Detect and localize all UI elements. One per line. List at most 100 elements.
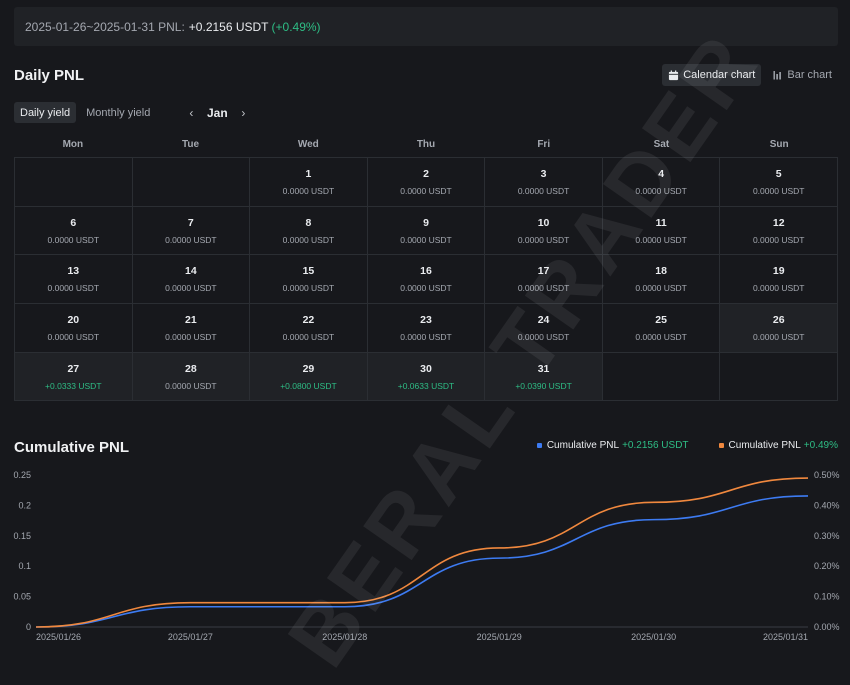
day-number: 15 — [302, 265, 315, 278]
cumulative-pnl-title: Cumulative PNL — [14, 439, 130, 456]
day-number: 27 — [67, 362, 80, 375]
day-number: 7 — [187, 216, 194, 229]
calendar-day-cell[interactable]: 19 0.0000 USDT — [720, 255, 838, 305]
calendar-day-cell[interactable]: 21 0.0000 USDT — [132, 304, 251, 353]
day-pnl-value: 0.0000 USDT — [752, 185, 805, 196]
chevron-right-icon[interactable]: › — [236, 106, 250, 120]
calendar-day-cell[interactable]: 16 0.0000 USDT — [367, 255, 486, 305]
day-number: 9 — [423, 216, 429, 229]
day-pnl-value: 0.0000 USDT — [400, 331, 452, 342]
series-line-pct — [35, 477, 809, 628]
pnl-summary-bar: 2025-01-26~2025-01-31 PNL: +0.2156 USDT … — [14, 7, 838, 46]
day-number: 26 — [772, 313, 785, 326]
legend-value: +0.49% — [803, 440, 838, 451]
day-number: 29 — [302, 362, 315, 375]
calendar-day-cell[interactable]: 11 0.0000 USDT — [602, 206, 721, 256]
legend-label: Cumulative PNL — [728, 440, 801, 451]
day-pnl-value: 0.0000 USDT — [517, 331, 570, 342]
y-right-tick-label: 0.30% — [814, 531, 840, 541]
calendar-day-cell[interactable]: 28 0.0000 USDT — [132, 352, 251, 402]
calendar-day-cell[interactable]: 4 0.0000 USDT — [602, 158, 721, 207]
calendar-day-cell[interactable]: 7 0.0000 USDT — [132, 206, 251, 256]
day-number: 2 — [423, 167, 429, 180]
y-left-tick-label: 0.05 — [13, 592, 31, 602]
day-pnl-value: 0.0000 USDT — [752, 331, 805, 342]
summary-pct: (+0.49%) — [271, 19, 321, 34]
calendar-day-cell[interactable]: 3 0.0000 USDT — [485, 158, 603, 207]
day-pnl-value: 0.0000 USDT — [282, 331, 335, 342]
calendar-day-cell[interactable]: 18 0.0000 USDT — [602, 255, 721, 305]
calendar-day-cell[interactable]: 12 0.0000 USDT — [720, 206, 838, 256]
y-right-tick-label: 0.50% — [814, 470, 840, 480]
calendar-day-cell[interactable]: 2 0.0000 USDT — [367, 158, 486, 207]
day-number: 19 — [772, 265, 785, 278]
tab-monthly-yield[interactable]: Monthly yield — [80, 102, 156, 123]
calendar-day-cell[interactable]: 1 0.0000 USDT — [250, 158, 368, 207]
day-number: 4 — [658, 167, 665, 180]
calendar-day-cell[interactable]: 15 0.0000 USDT — [250, 255, 368, 305]
chart-legend: Cumulative PNL +0.2156 USDT Cumulative P… — [536, 440, 838, 451]
calendar-day-cell[interactable]: 23 0.0000 USDT — [367, 304, 486, 353]
legend-swatch-orange — [718, 443, 724, 448]
y-left-tick-label: 0.1 — [18, 561, 31, 571]
calendar-day-cell[interactable]: 30 +0.0633 USDT — [367, 352, 486, 402]
calendar-grid: 1 0.0000 USDT 2 0.0000 USDT 3 0.0000 USDT 4 0.0… — [14, 158, 838, 402]
calendar-day-cell[interactable]: 25 0.0000 USDT — [602, 304, 721, 353]
calendar-day-cell[interactable]: 5 0.0000 USDT — [720, 158, 838, 207]
day-pnl-value: +0.0800 USDT — [280, 380, 337, 391]
cumulative-pnl-chart: 0 0.05 0.1 0.15 0.2 0.25 0.00% 0.10% 0.20% 0.30% 0… — [13, 470, 840, 642]
legend-value: +0.2156 USDT — [622, 440, 689, 451]
calendar-empty-cell — [15, 158, 133, 207]
bar-chart-icon — [773, 71, 782, 80]
calendar-day-cell[interactable]: 31 +0.0390 USDT — [485, 352, 603, 402]
calendar-day-cell[interactable]: 10 0.0000 USDT — [485, 206, 603, 256]
y-left-tick-label: 0.15 — [13, 531, 31, 541]
calendar-day-cell[interactable]: 17 0.0000 USDT — [485, 255, 603, 305]
day-pnl-value: 0.0000 USDT — [282, 283, 335, 294]
yield-tabs: Daily yield Monthly yield ‹ Jan › — [14, 102, 250, 123]
legend-item-usdt[interactable]: Cumulative PNL +0.2156 USDT — [536, 440, 689, 451]
calendar-day-cell[interactable]: 27 +0.0333 USDT — [15, 352, 133, 402]
day-pnl-value: +0.0390 USDT — [515, 380, 572, 391]
bar-chart-label: Bar chart — [787, 69, 832, 81]
y-right-tick-label: 0.40% — [814, 500, 840, 510]
calendar-empty-cell — [720, 352, 838, 402]
bar-chart-button[interactable]: Bar chart — [767, 64, 838, 86]
day-number: 13 — [67, 265, 80, 278]
day-pnl-value: 0.0000 USDT — [517, 283, 570, 294]
day-number: 21 — [185, 313, 197, 326]
day-pnl-value: 0.0000 USDT — [165, 283, 217, 294]
tab-daily-yield[interactable]: Daily yield — [14, 102, 77, 123]
day-number: 6 — [70, 216, 77, 229]
calendar-day-cell[interactable]: 20 0.0000 USDT — [15, 304, 133, 353]
calendar-day-cell[interactable]: 13 0.0000 USDT — [15, 255, 133, 305]
calendar-day-cell[interactable]: 6 0.0000 USDT — [15, 206, 133, 256]
legend-item-pct[interactable]: Cumulative PNL +0.49% — [718, 440, 838, 451]
calendar-day-cell[interactable]: 14 0.0000 USDT — [132, 255, 251, 305]
calendar-day-cell[interactable]: 29 +0.0800 USDT — [250, 352, 368, 402]
day-number: 23 — [420, 313, 432, 326]
calendar-day-cell[interactable]: 22 0.0000 USDT — [250, 304, 368, 353]
weekday-label: Sun — [769, 139, 789, 150]
calendar-day-cell[interactable]: 26 0.0000 USDT — [720, 304, 838, 353]
day-pnl-value: 0.0000 USDT — [635, 185, 687, 196]
calendar-empty-cell — [602, 352, 721, 402]
calendar-icon — [669, 69, 679, 80]
calendar-chart-button[interactable]: Calendar chart — [662, 64, 762, 86]
day-pnl-value: 0.0000 USDT — [517, 234, 570, 245]
day-number: 24 — [537, 313, 550, 326]
calendar-day-cell[interactable]: 8 0.0000 USDT — [250, 206, 368, 256]
y-right-tick-label: 0.00% — [814, 622, 840, 632]
x-tick-label: 2025/01/30 — [631, 632, 676, 642]
view-toggle: Calendar chart Bar chart — [662, 64, 838, 86]
weekday-label: Sat — [653, 139, 670, 150]
day-pnl-value: 0.0000 USDT — [282, 185, 335, 196]
day-pnl-value: +0.0333 USDT — [45, 380, 102, 391]
chevron-left-icon[interactable]: ‹ — [184, 106, 198, 120]
calendar-day-cell[interactable]: 9 0.0000 USDT — [367, 206, 486, 256]
pnl-calendar: Mon Tue Wed Thu Fri Sat Sun 1 0.0000 USDT 2 0.000… — [14, 135, 838, 402]
legend-label: Cumulative PNL — [546, 440, 620, 451]
day-number: 10 — [537, 216, 550, 229]
calendar-day-cell[interactable]: 24 0.0000 USDT — [485, 304, 603, 353]
day-pnl-value: 0.0000 USDT — [400, 283, 452, 294]
